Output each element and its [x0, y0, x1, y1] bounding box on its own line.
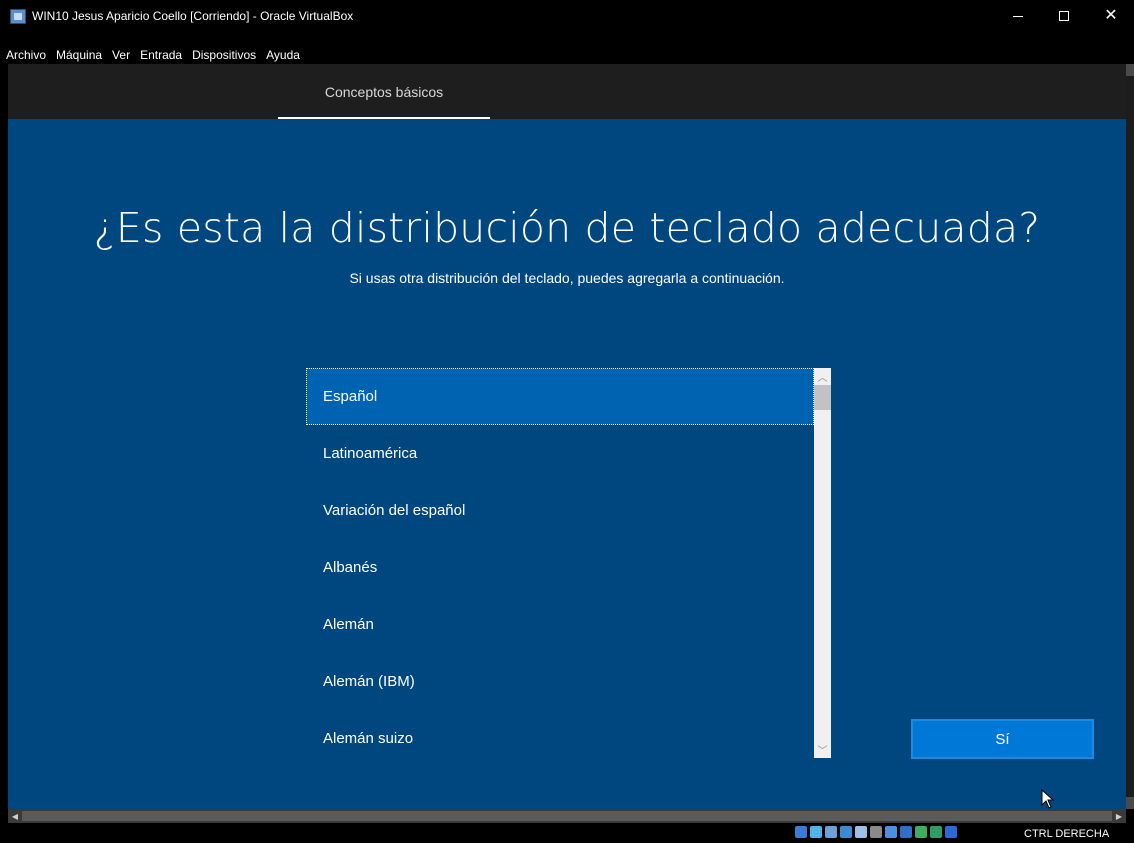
scroll-left-icon[interactable]: ◀	[8, 809, 22, 823]
layout-options: Español Latinoamérica Variación del espa…	[306, 368, 814, 758]
scroll-right-icon[interactable]: ▶	[1112, 809, 1126, 823]
maximize-button[interactable]	[1041, 0, 1087, 32]
close-icon: ✕	[1104, 7, 1118, 24]
scrollbar-thumb[interactable]	[814, 385, 831, 410]
menu-entrada[interactable]: Entrada	[140, 48, 182, 62]
video-capture-icon[interactable]	[900, 826, 912, 838]
keyboard-icon[interactable]	[945, 826, 957, 838]
host-key-label: CTRL DERECHA	[1024, 828, 1110, 840]
page-subtitle: Si usas otra distribución del teclado, p…	[349, 270, 785, 286]
horizontal-scrollbar[interactable]: ◀ ▶	[8, 809, 1126, 823]
menu-maquina[interactable]: Máquina	[56, 48, 102, 62]
scroll-up-arrow-icon[interactable]	[1126, 64, 1134, 76]
mouse-integration-icon[interactable]	[915, 826, 927, 838]
horizontal-scrollbar-thumb[interactable]	[22, 811, 1112, 821]
menu-bar: Archivo Máquina Ver Entrada Dispositivos…	[0, 45, 1134, 64]
menu-dispositivos[interactable]: Dispositivos	[192, 48, 256, 62]
keyboard-layout-list[interactable]: Español Latinoamérica Variación del espa…	[306, 368, 833, 758]
guest-screen[interactable]: Conceptos básicos ¿Es esta la distribuci…	[8, 64, 1126, 809]
list-item-espanol[interactable]: Español	[306, 368, 814, 425]
hard-disk-icon[interactable]	[795, 826, 807, 838]
display-icon[interactable]	[885, 826, 897, 838]
maximize-icon	[1059, 11, 1069, 21]
menu-archivo[interactable]: Archivo	[6, 48, 46, 62]
close-button[interactable]: ✕	[1088, 0, 1134, 32]
page-title: ¿Es esta la distribución de teclado adec…	[93, 204, 1041, 252]
oobe-header: Conceptos básicos	[8, 64, 1126, 119]
virtualbox-app-icon	[10, 9, 26, 24]
list-item-latinoamerica[interactable]: Latinoamérica	[306, 425, 814, 482]
yes-button[interactable]: Sí	[911, 719, 1094, 759]
status-bar: CTRL DERECHA	[0, 823, 1134, 843]
scroll-down-arrow-icon[interactable]	[1126, 797, 1134, 809]
menu-ayuda[interactable]: Ayuda	[266, 48, 300, 62]
title-bar: WIN10 Jesus Aparicio Coello [Corriendo] …	[0, 0, 1134, 32]
vertical-scrollbar[interactable]	[1126, 64, 1134, 809]
menu-ver[interactable]: Ver	[112, 48, 130, 62]
list-item-aleman-suizo[interactable]: Alemán suizo	[306, 710, 814, 758]
status-icons	[795, 826, 957, 838]
scroll-up-icon[interactable]: ︿	[814, 368, 831, 385]
minimize-icon	[1013, 15, 1023, 17]
tab-conceptos-basicos: Conceptos básicos	[278, 64, 490, 119]
scroll-down-icon[interactable]: ﹀	[814, 741, 831, 758]
list-scrollbar[interactable]: ︿ ﹀	[814, 368, 831, 758]
minimize-button[interactable]	[995, 0, 1041, 32]
cpu-icon[interactable]	[930, 826, 942, 838]
list-item-aleman-ibm[interactable]: Alemán (IBM)	[306, 653, 814, 710]
list-item-albanes[interactable]: Albanés	[306, 539, 814, 596]
shared-folders-icon[interactable]	[870, 826, 882, 838]
mouse-cursor-icon	[1041, 789, 1055, 809]
usb-icon[interactable]	[855, 826, 867, 838]
list-item-variacion-del-espanol[interactable]: Variación del español	[306, 482, 814, 539]
window-title: WIN10 Jesus Aparicio Coello [Corriendo] …	[32, 9, 354, 23]
optical-drive-icon[interactable]	[810, 826, 822, 838]
list-item-aleman[interactable]: Alemán	[306, 596, 814, 653]
audio-icon[interactable]	[825, 826, 837, 838]
network-icon[interactable]	[840, 826, 852, 838]
